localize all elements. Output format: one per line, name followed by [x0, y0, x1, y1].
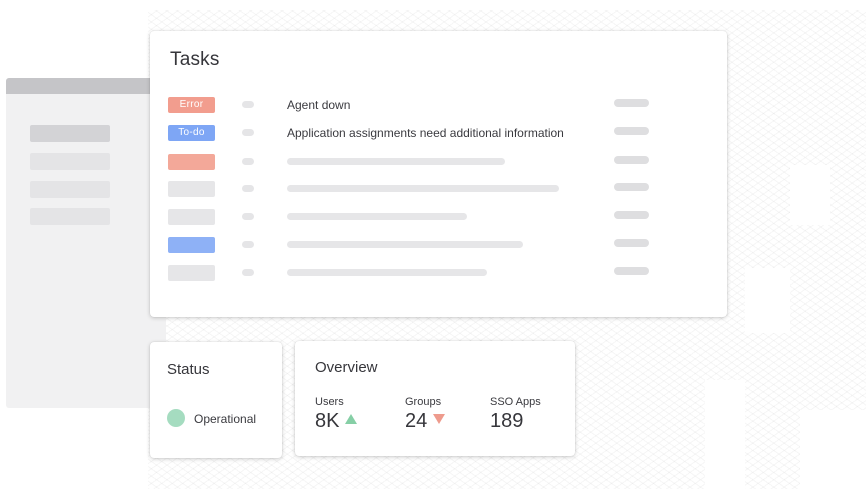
background-menu-item [30, 208, 110, 225]
status-card: Status Operational [150, 342, 282, 458]
texture-gap [745, 268, 790, 333]
task-text-placeholder [287, 269, 487, 276]
task-text-placeholder [287, 185, 559, 192]
task-row[interactable]: Error Agent down [150, 95, 727, 115]
task-indicator [242, 213, 254, 220]
status-indicator-icon [167, 409, 185, 427]
task-row[interactable] [150, 235, 727, 255]
metric-groups: Groups 24 [405, 396, 446, 433]
task-text: Agent down [287, 98, 351, 112]
task-badge-placeholder [168, 181, 215, 197]
texture-gap [800, 410, 866, 489]
task-row[interactable]: To-do Application assignments need addit… [150, 123, 727, 143]
background-menu-item [30, 153, 110, 170]
task-badge-placeholder [168, 209, 215, 225]
task-badge-placeholder [168, 265, 215, 281]
task-badge-placeholder [168, 154, 215, 170]
task-text-placeholder [287, 158, 505, 165]
task-placeholder-pill [614, 239, 649, 247]
metric-value: 189 [490, 410, 524, 432]
background-menu-item [30, 181, 110, 198]
overview-title: Overview [315, 359, 378, 376]
task-text-placeholder [287, 213, 467, 220]
task-placeholder-pill [614, 127, 649, 135]
tasks-title: Tasks [170, 49, 220, 70]
metric-label: SSO Apps [490, 396, 541, 408]
background-window-titlebar [6, 78, 166, 94]
task-placeholder-pill [614, 211, 649, 219]
metric-value-row: 189 [490, 410, 541, 433]
metric-label: Groups [405, 396, 442, 408]
task-placeholder-pill [614, 156, 649, 164]
task-indicator [242, 269, 254, 276]
metric-value: 24 [405, 410, 428, 432]
overview-card: Overview Users 8K Groups 24 SSO Apps 189 [295, 341, 575, 456]
metric-value-row: 24 [405, 410, 446, 433]
metric-label: Users [315, 396, 344, 408]
metric-users: Users 8K [315, 396, 358, 433]
task-indicator [242, 158, 254, 165]
status-text: Operational [194, 412, 257, 426]
error-badge: Error [168, 97, 215, 113]
metric-value-row: 8K [315, 410, 358, 433]
task-placeholder-pill [614, 267, 649, 275]
metric-value: 8K [315, 410, 340, 432]
task-badge-placeholder [168, 237, 215, 253]
task-text-placeholder [287, 241, 523, 248]
task-indicator [242, 101, 254, 108]
metric-sso-apps: SSO Apps 189 [490, 396, 541, 433]
task-placeholder-pill [614, 183, 649, 191]
task-row[interactable] [150, 179, 727, 199]
todo-badge: To-do [168, 125, 215, 141]
task-row[interactable] [150, 152, 727, 172]
task-row[interactable] [150, 263, 727, 283]
down-triangle-icon [433, 414, 446, 424]
task-placeholder-pill [614, 99, 649, 107]
task-indicator [242, 185, 254, 192]
tasks-card: Tasks Error Agent down To-do Application… [150, 31, 727, 317]
texture-gap [705, 380, 745, 489]
task-row[interactable] [150, 207, 727, 227]
task-indicator [242, 129, 254, 136]
up-triangle-icon [345, 414, 358, 424]
task-text: Application assignments need additional … [287, 126, 564, 140]
background-menu-item [30, 125, 110, 142]
texture-gap [790, 165, 830, 225]
task-indicator [242, 241, 254, 248]
status-title: Status [167, 361, 210, 378]
background-window [6, 78, 166, 408]
